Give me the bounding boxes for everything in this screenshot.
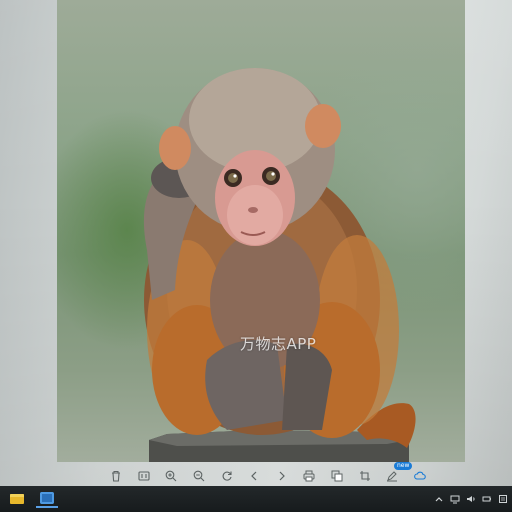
photo-canvas: 万物志APP: [57, 0, 465, 462]
next-icon[interactable]: [274, 468, 290, 484]
photo-app-icon: [40, 492, 54, 504]
photo-app-button[interactable]: [36, 490, 58, 508]
file-explorer-button[interactable]: [6, 490, 28, 508]
share-icon[interactable]: [412, 468, 428, 484]
previous-icon[interactable]: [246, 468, 262, 484]
zoom-in-icon[interactable]: [163, 468, 179, 484]
system-tray: [434, 494, 508, 504]
rotate-icon[interactable]: [219, 468, 235, 484]
new-badge: new: [394, 462, 413, 470]
monkey-photo: [143, 68, 416, 462]
gallery-icon[interactable]: [329, 468, 345, 484]
crop-icon[interactable]: [357, 468, 373, 484]
file-explorer-icon: [10, 494, 24, 504]
zoom-out-icon[interactable]: [191, 468, 207, 484]
chevron-up-icon[interactable]: [434, 494, 444, 504]
network-icon[interactable]: [450, 494, 460, 504]
edit-icon[interactable]: [384, 468, 400, 484]
delete-icon[interactable]: [108, 468, 124, 484]
taskbar: [0, 486, 512, 512]
speaker-icon[interactable]: [466, 494, 476, 504]
print-icon[interactable]: [301, 468, 317, 484]
notification-icon[interactable]: [498, 494, 508, 504]
actual-size-icon[interactable]: [136, 468, 152, 484]
viewer-toolbar: new: [108, 462, 428, 488]
battery-icon[interactable]: [482, 494, 492, 504]
watermark-text: 万物志APP: [240, 335, 317, 353]
